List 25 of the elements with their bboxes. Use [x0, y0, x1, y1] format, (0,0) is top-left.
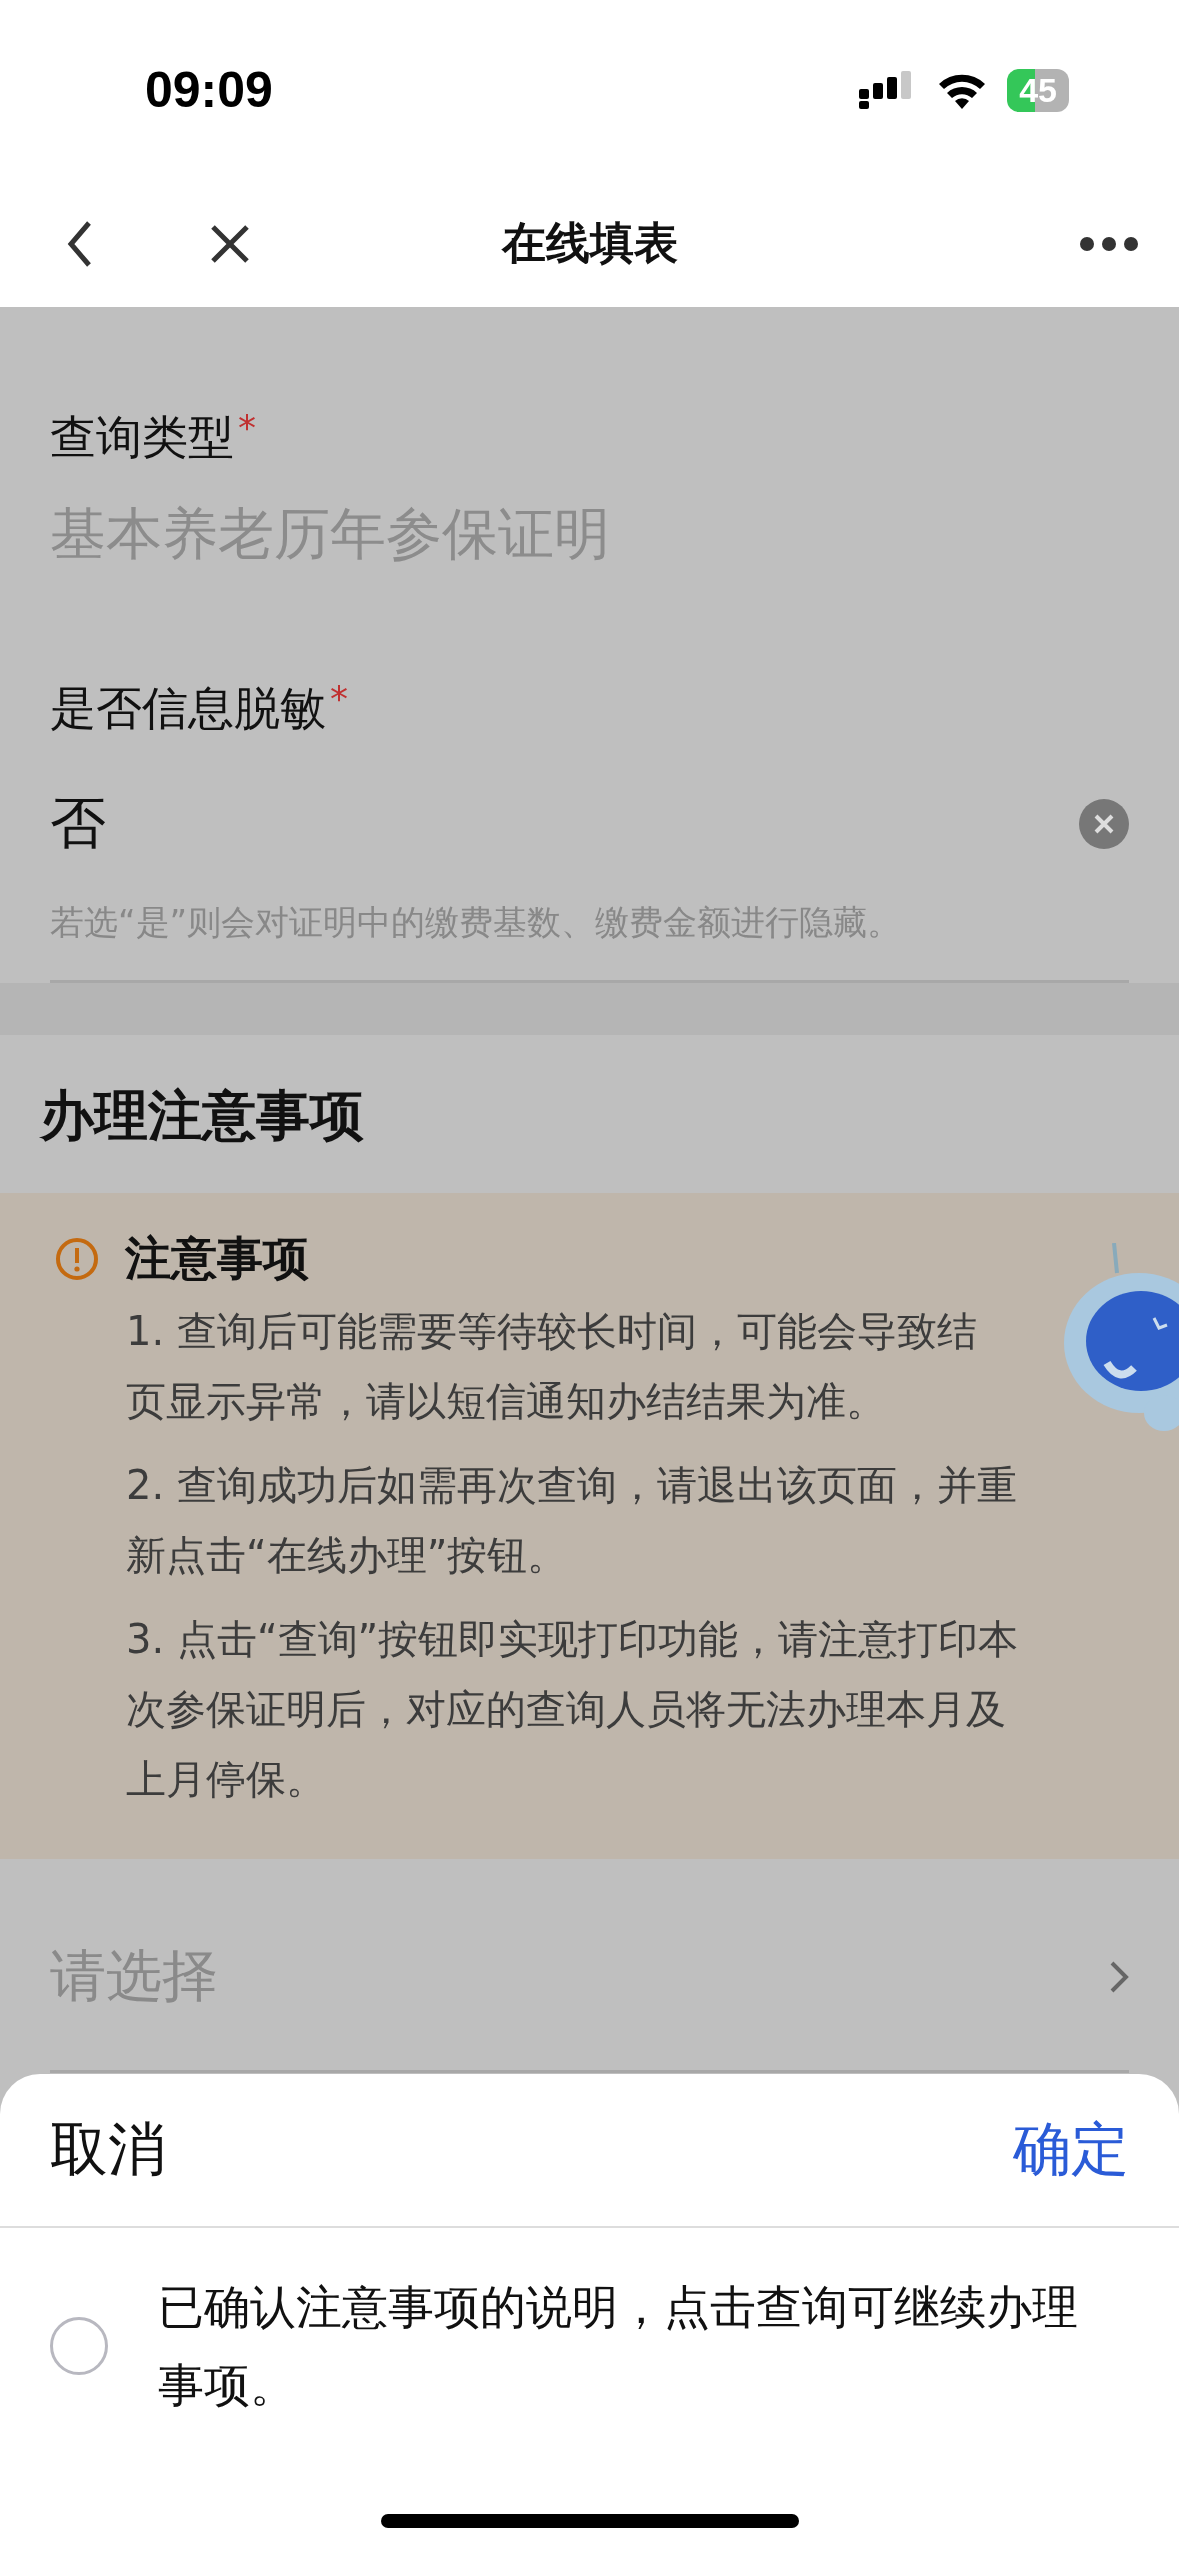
field-label: 是否信息脱敏 — [50, 680, 326, 737]
status-time: 09:09 — [145, 61, 273, 119]
notice-text: 次参保证明后，对应的查询人员将无法办理本月及 — [126, 1685, 1006, 1734]
notice-text: 上月停保。 — [126, 1755, 326, 1804]
page-title: 在线填表 — [500, 216, 679, 270]
section-heading: 办理注意事项 — [38, 1083, 365, 1149]
cancel-button[interactable]: 取消 — [50, 2111, 166, 2189]
field-label: 查询类型 — [50, 409, 234, 466]
clear-icon[interactable] — [1079, 799, 1129, 849]
option-label[interactable]: 已确认注意事项的说明，点击查询可继续办理事项。 — [158, 2268, 1119, 2424]
notice-text: 3. 点击“查询”按钮即实现打印功能，请注意打印本 — [126, 1615, 1019, 1664]
chevron-right-icon[interactable] — [1109, 1960, 1129, 1994]
required-mark: * — [330, 678, 348, 719]
more-icon[interactable] — [1079, 235, 1139, 252]
notice-title: 注意事项 — [125, 1230, 309, 1287]
notice-text: 2. 查询成功后如需再次查询，请退出该页面，并重 — [126, 1461, 1017, 1510]
radio-button[interactable] — [50, 2317, 108, 2375]
close-icon[interactable] — [210, 223, 250, 264]
required-mark: * — [238, 407, 256, 448]
field-value[interactable]: 否 — [50, 786, 106, 862]
warning-icon — [55, 1237, 99, 1281]
notice-text: 页显示异常，请以短信通知办结结果为准。 — [126, 1377, 886, 1426]
notice-text: 新点击“在线办理”按钮。 — [126, 1531, 568, 1580]
confirm-button[interactable]: 确定 — [1013, 2111, 1129, 2189]
notice-text: 1. 查询后可能需要等待较长时间，可能会导致结 — [126, 1307, 977, 1356]
